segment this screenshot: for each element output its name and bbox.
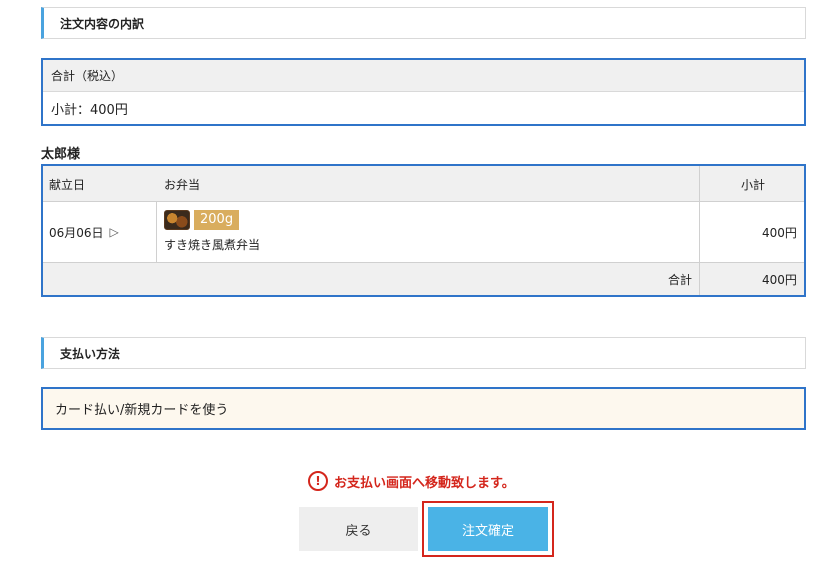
order-table-header: 献立日 お弁当 小計 bbox=[43, 166, 804, 202]
row-bento: 200g すき焼き風煮弁当 bbox=[164, 210, 260, 253]
exclamation-icon: ! bbox=[308, 471, 328, 491]
customer-name: 太郎様 bbox=[41, 147, 81, 162]
footer-total-value: 400円 bbox=[762, 272, 797, 287]
payment-heading: 支払い方法 bbox=[41, 337, 806, 369]
redirect-notice: ! お支払い画面へ移動致します。 bbox=[308, 470, 515, 492]
row-date: 06月06日 ▷ bbox=[49, 202, 119, 262]
bento-name: すき焼き風煮弁当 bbox=[164, 238, 261, 252]
subtotal-text: 小計：400円 bbox=[51, 102, 128, 118]
weight-badge: 200g bbox=[194, 210, 240, 230]
bento-thumbnail-image bbox=[164, 210, 190, 230]
footer-total-label: 合計 bbox=[668, 272, 693, 287]
column-divider bbox=[699, 166, 700, 295]
order-table-footer: 合計 400円 bbox=[43, 263, 804, 295]
payment-method-text: カード払い/新規カードを使う bbox=[55, 403, 229, 418]
table-row: 06月06日 ▷ 200g すき焼き風煮弁当 400円 bbox=[43, 202, 804, 263]
play-arrow-icon: ▷ bbox=[109, 225, 119, 239]
breakdown-heading: 注文内容の内訳 bbox=[41, 7, 806, 39]
total-box: 合計（税込） 小計：400円 bbox=[41, 58, 806, 126]
payment-heading-text: 支払い方法 bbox=[60, 346, 121, 361]
column-divider bbox=[156, 202, 157, 263]
confirm-order-button[interactable]: 注文確定 bbox=[428, 507, 548, 551]
order-table: 献立日 お弁当 小計 06月06日 ▷ 200g すき焼き風煮弁当 400円 合… bbox=[41, 164, 806, 297]
row-subtotal: 400円 bbox=[762, 225, 797, 240]
redirect-notice-text: お支払い画面へ移動致します。 bbox=[334, 475, 515, 491]
column-header-bento: お弁当 bbox=[164, 177, 201, 192]
breakdown-heading-text: 注文内容の内訳 bbox=[60, 16, 145, 31]
row-date-text: 06月06日 bbox=[49, 225, 104, 240]
payment-method-box: カード払い/新規カードを使う bbox=[41, 387, 806, 430]
back-button[interactable]: 戻る bbox=[299, 507, 418, 551]
column-header-date: 献立日 bbox=[49, 177, 86, 192]
total-label: 合計（税込） bbox=[43, 60, 804, 92]
column-header-subtotal: 小計 bbox=[741, 177, 766, 192]
